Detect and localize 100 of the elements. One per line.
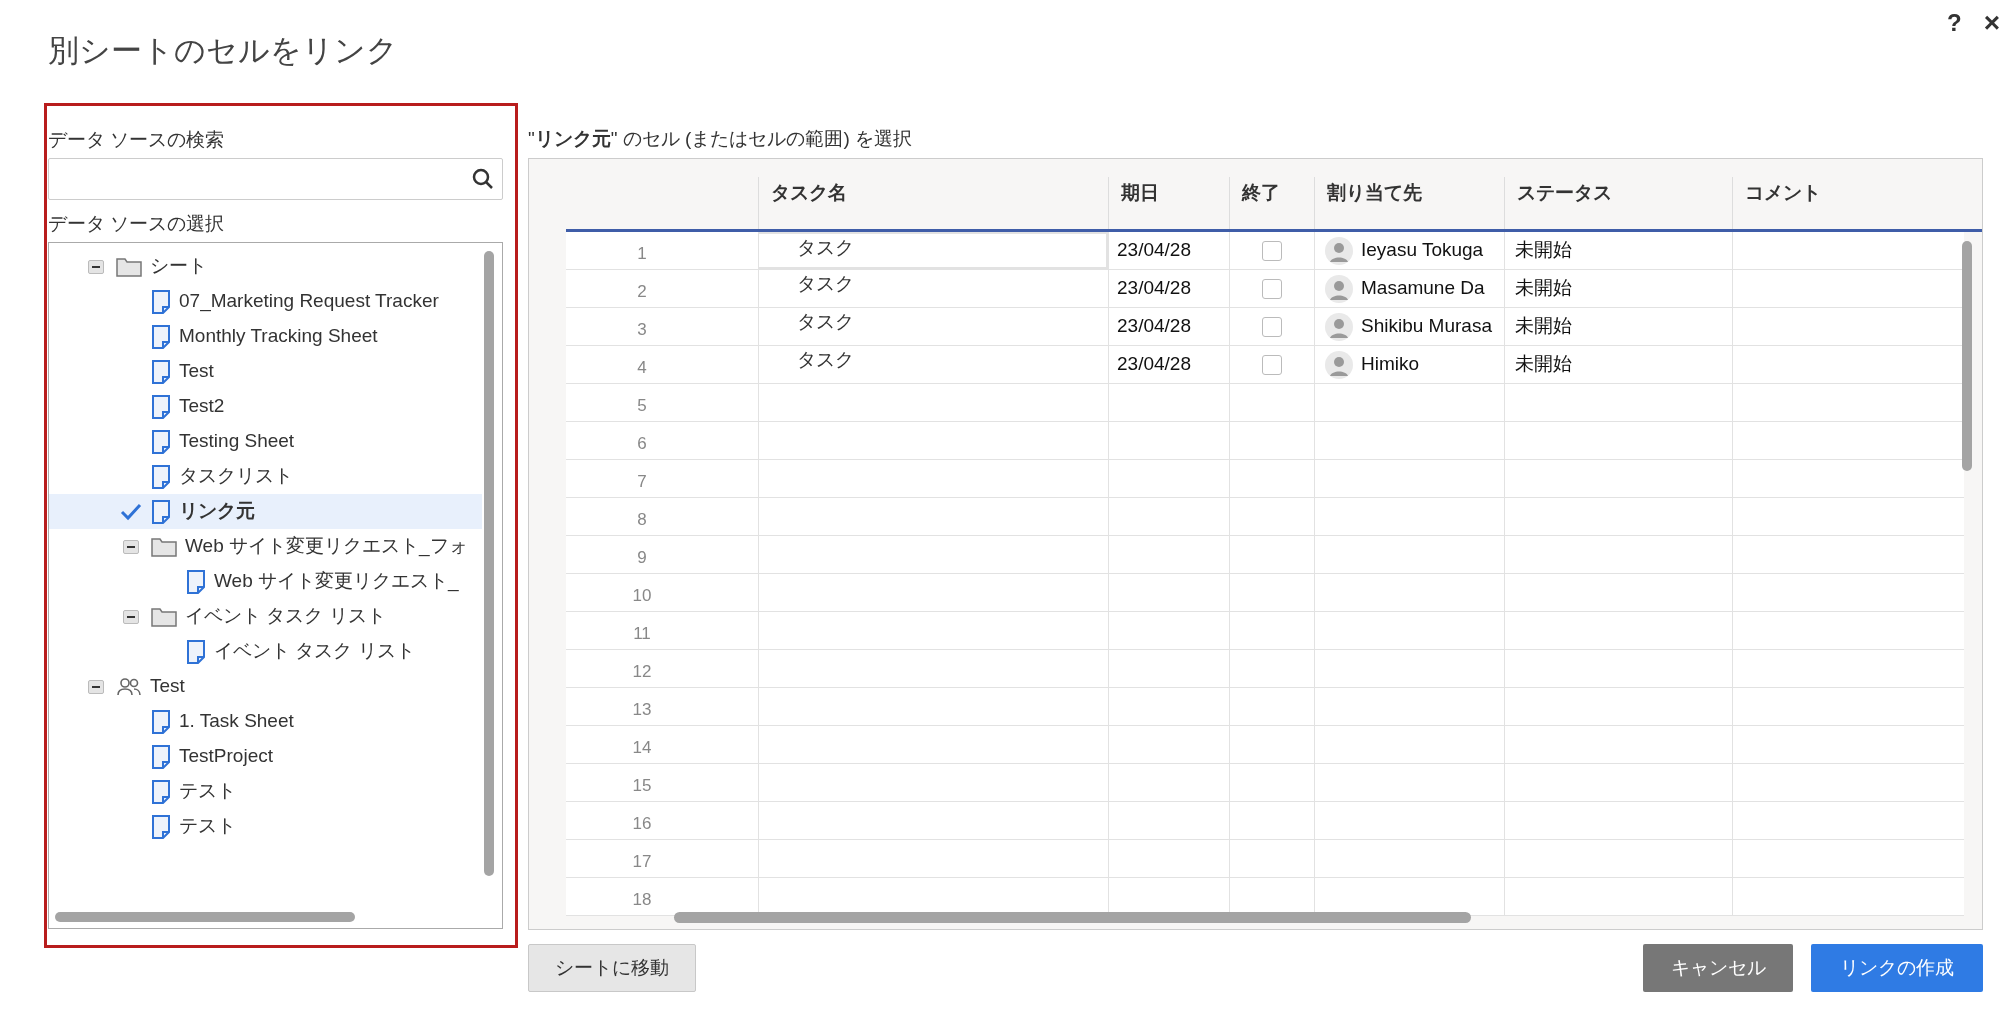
tree-item[interactable]: TestProject — [49, 739, 482, 774]
tree-item-label: タスクリスト — [179, 464, 293, 489]
people-icon — [116, 676, 142, 697]
scrollbar[interactable] — [55, 912, 355, 922]
sheet-icon — [151, 324, 171, 349]
sheet-icon — [151, 394, 171, 419]
field-label: データ ソースの検索 — [48, 128, 226, 152]
tree-item[interactable]: Test2 — [49, 389, 482, 424]
collapse-icon[interactable] — [123, 609, 139, 624]
sheet-icon — [151, 464, 171, 489]
tree-item-label: Test2 — [179, 394, 225, 419]
folder-icon — [151, 536, 177, 557]
scrollbar[interactable] — [484, 251, 494, 876]
checkbox[interactable] — [1262, 316, 1282, 337]
tree-item-label: イベント タスク リスト — [214, 639, 415, 664]
row-number: 15 — [632, 774, 652, 797]
row-number: 12 — [632, 660, 652, 683]
table-cell-text: 23/04/28 — [1117, 238, 1191, 263]
tree-item[interactable]: Test — [49, 354, 482, 389]
avatar-icon — [1325, 236, 1353, 265]
checkbox[interactable] — [1262, 240, 1282, 261]
tree-item[interactable]: リンク元 — [49, 494, 482, 529]
row-number: 5 — [637, 394, 647, 417]
move-to-sheet-button[interactable]: シートに移動 — [528, 944, 696, 992]
table-cell-text: 23/04/28 — [1117, 276, 1191, 301]
tree-item[interactable]: Monthly Tracking Sheet — [49, 319, 482, 354]
tree-item[interactable]: Test — [49, 669, 482, 704]
scrollbar[interactable] — [1962, 241, 1972, 471]
tree-item[interactable]: Web サイト変更リクエスト_ — [49, 564, 482, 599]
column-header[interactable]: 終了 — [1242, 182, 1280, 203]
search-icon[interactable] — [472, 168, 494, 190]
row-number: 4 — [637, 356, 647, 379]
help-button[interactable]: ? — [1946, 5, 1962, 41]
create-link-button[interactable]: リンクの作成 — [1811, 944, 1983, 992]
column-header[interactable]: ステータス — [1517, 182, 1612, 203]
checkbox[interactable] — [1262, 354, 1282, 375]
tree-item[interactable]: Web サイト変更リクエスト_フォ — [49, 529, 482, 564]
grid-caption: "リンク元" のセル (またはセルの範囲) を選択 — [528, 127, 913, 151]
tree-item[interactable]: タスクリスト — [49, 459, 482, 494]
collapse-icon[interactable] — [88, 259, 104, 274]
tree-item-label: 07_Marketing Request Tracker — [179, 289, 439, 314]
table-cell[interactable]: タスク — [758, 270, 1108, 307]
row-number: 18 — [632, 888, 652, 911]
sheet-icon — [151, 499, 171, 524]
row-number: 6 — [637, 432, 647, 455]
tree-item-label: テスト — [179, 814, 236, 839]
sheet-icon — [151, 289, 171, 314]
close-button[interactable]: × — [1983, 2, 2000, 44]
tree-item-label: シート — [150, 254, 207, 279]
tree-item-label: 1. Task Sheet — [179, 709, 294, 734]
search-field[interactable] — [48, 158, 503, 200]
table-cell-text: Ieyasu Tokuga — [1361, 238, 1484, 263]
checkbox[interactable] — [1262, 278, 1282, 299]
tree-item-label: Testing Sheet — [179, 429, 295, 454]
tree-item[interactable]: イベント タスク リスト — [49, 634, 482, 669]
collapse-icon[interactable] — [123, 539, 139, 554]
sheet-icon — [151, 359, 171, 384]
cancel-button[interactable]: キャンセル — [1643, 944, 1793, 992]
table-cell-text: 23/04/28 — [1117, 314, 1191, 339]
table-cell-text: 未開始 — [1515, 314, 1572, 339]
dialog-title: 別シートのセルをリンク — [48, 32, 399, 70]
row-number: 2 — [637, 280, 647, 303]
tree-item[interactable]: テスト — [49, 809, 482, 844]
collapse-icon[interactable] — [88, 679, 104, 694]
row-number: 17 — [632, 850, 652, 873]
row-number: 16 — [632, 812, 652, 835]
tree-item-label: Test — [179, 359, 214, 384]
table-cell[interactable]: タスク — [758, 232, 1108, 269]
table-cell-text: Himiko — [1361, 352, 1420, 377]
row-number: 13 — [632, 698, 652, 721]
tree-item-label: イベント タスク リスト — [185, 604, 386, 629]
sheet-icon — [151, 744, 171, 769]
row-number: 11 — [633, 622, 651, 645]
check-icon — [120, 502, 142, 521]
tree-item-label: Test — [150, 674, 185, 699]
tree-item[interactable]: テスト — [49, 774, 482, 809]
row-number: 14 — [632, 736, 652, 759]
tree-item-label: TestProject — [179, 744, 273, 769]
table-cell[interactable]: タスク — [758, 346, 1108, 383]
row-number: 3 — [637, 318, 647, 341]
scrollbar[interactable] — [674, 912, 1471, 923]
column-header[interactable]: タスク名 — [771, 182, 847, 203]
table-cell[interactable]: タスク — [758, 308, 1108, 345]
column-header[interactable]: コメント — [1745, 182, 1821, 203]
tree-item[interactable]: シート — [49, 249, 482, 284]
folder-icon — [151, 606, 177, 627]
folder-icon — [116, 256, 142, 277]
row-number: 8 — [637, 508, 647, 531]
table-cell-text: 23/04/28 — [1117, 352, 1191, 377]
tree-item[interactable]: イベント タスク リスト — [49, 599, 482, 634]
table-cell-text: Masamune Da — [1361, 276, 1485, 301]
sheet-icon — [186, 639, 206, 664]
column-header[interactable]: 期日 — [1121, 182, 1159, 203]
avatar-icon — [1325, 274, 1353, 303]
sheet-icon — [151, 779, 171, 804]
tree-item[interactable]: 1. Task Sheet — [49, 704, 482, 739]
table-cell-text: Shikibu Murasa — [1361, 314, 1492, 339]
column-header[interactable]: 割り当て先 — [1327, 182, 1422, 203]
tree-item[interactable]: Testing Sheet — [49, 424, 482, 459]
tree-item[interactable]: 07_Marketing Request Tracker — [49, 284, 482, 319]
